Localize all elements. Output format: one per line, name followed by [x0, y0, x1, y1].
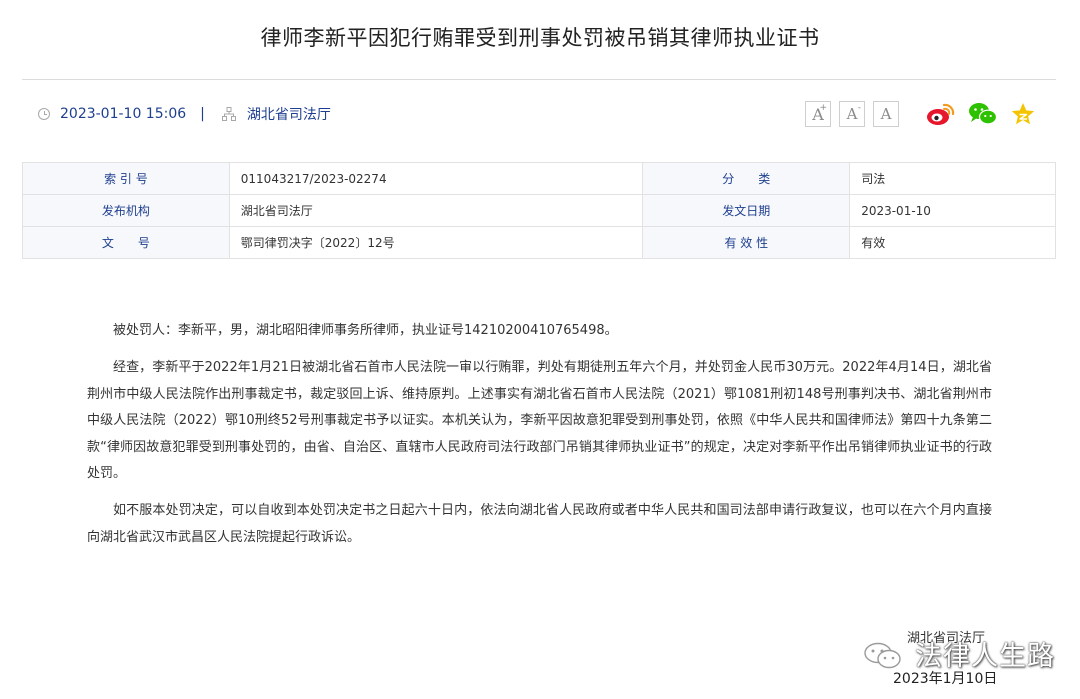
wechat-icon[interactable]	[968, 101, 998, 127]
document-number-label: 文 号	[22, 226, 230, 259]
font-increase-button[interactable]: A +	[805, 101, 831, 127]
info-row: 文 号 鄂司律罚决字〔2022〕12号 有 效 性 有效	[22, 226, 1056, 259]
document-info-table: 索 引 号 011043217/2023-02274 分 类 司法 发布机构 湖…	[22, 162, 1056, 259]
toolbar: A + A - A	[805, 100, 1036, 128]
body-paragraph-2: 经查，李新平于2022年1月21日被湖北省石首市人民法院一审以行贿罪，判处有期徒…	[87, 360, 992, 482]
body-paragraph-1: 被处罚人：李新平，男，湖北昭阳律师事务所律师，执业证号1421020041076…	[113, 323, 618, 338]
document-number-value: 鄂司律罚决字〔2022〕12号	[228, 226, 644, 259]
signature-date: 2023年1月10日	[893, 671, 998, 687]
meta-bar: 2023-01-10 15:06 | 湖北省司法厅	[38, 104, 331, 124]
wechat-watermark-icon	[864, 642, 901, 669]
clock-icon	[38, 108, 50, 120]
share-group	[926, 101, 1036, 127]
publish-datetime: 2023-01-10 15:06	[60, 106, 187, 122]
weibo-icon[interactable]	[926, 101, 956, 127]
issue-date-label: 发文日期	[642, 194, 851, 227]
organization-icon	[221, 107, 236, 121]
category-label: 分 类	[642, 162, 851, 195]
info-row: 索 引 号 011043217/2023-02274 分 类 司法	[22, 162, 1056, 195]
font-default-button[interactable]: A	[873, 101, 899, 127]
issuer-label: 发布机构	[22, 194, 230, 227]
issuer-value: 湖北省司法厅	[228, 194, 644, 227]
info-row: 发布机构 湖北省司法厅 发文日期 2023-01-10	[22, 194, 1056, 227]
validity-label: 有 效 性	[642, 226, 851, 259]
page-title: 律师李新平因犯行贿罪受到刑事处罚被吊销其律师执业证书	[260, 26, 820, 50]
favorite-star-icon[interactable]	[1010, 101, 1036, 127]
font-decrease-sup: -	[857, 103, 861, 113]
font-increase-sup: +	[819, 103, 827, 113]
publisher-name: 湖北省司法厅	[246, 107, 331, 123]
title-divider	[22, 79, 1056, 80]
body-paragraph-3: 如不服本处罚决定，可以自收到本处罚决定书之日起六十日内，依法向湖北省人民政府或者…	[87, 503, 992, 545]
category-value: 司法	[849, 162, 1056, 195]
issue-date-value: 2023-01-10	[849, 194, 1056, 227]
index-label: 索 引 号	[22, 162, 230, 195]
index-value: 011043217/2023-02274	[228, 162, 644, 195]
article-body: 被处罚人：李新平，男，湖北昭阳律师事务所律师，执业证号1421020041076…	[87, 318, 992, 562]
meta-separator: |	[200, 106, 205, 122]
font-decrease-label: A	[846, 105, 858, 123]
font-decrease-button[interactable]: A -	[839, 101, 865, 127]
font-default-label: A	[880, 105, 892, 123]
validity-value: 有效	[849, 226, 1056, 259]
